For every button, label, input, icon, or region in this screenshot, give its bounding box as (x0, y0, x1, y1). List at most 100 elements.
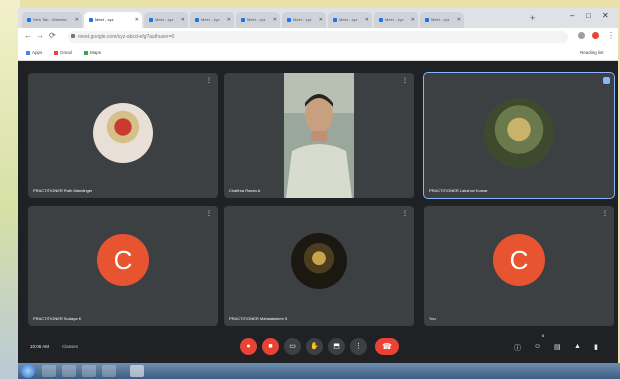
tab-strip: New Tab - Wheeler ✕ Meet - xyz ✕ Meet - xy… (18, 8, 618, 28)
reading-list[interactable]: Reading list (580, 50, 604, 55)
close-tab-icon[interactable]: ✕ (273, 17, 277, 23)
address-bar[interactable]: meet.google.com/xyz-abcd-efg?authuser=0 (68, 31, 568, 43)
new-tab-button[interactable]: + (530, 13, 535, 23)
start-button[interactable] (21, 364, 35, 378)
tab-label: Meet - xyz (201, 17, 220, 22)
video-frame-icon (284, 73, 354, 198)
profile-avatar[interactable] (592, 32, 599, 39)
avatar (93, 103, 153, 163)
minimize-button[interactable]: – (570, 11, 574, 20)
chrome-taskbar-icon[interactable] (130, 365, 144, 377)
captions-icon[interactable]: ▭ (284, 338, 301, 355)
close-tab-icon[interactable]: ✕ (135, 17, 139, 23)
apps-icon (26, 50, 30, 55)
tab[interactable]: Meet - xyz ✕ (374, 12, 418, 28)
favicon-icon (333, 17, 337, 22)
meeting-code: Classes (62, 344, 79, 349)
more-options-icon[interactable]: ⋮ (402, 77, 408, 84)
chat-icon[interactable]: ▤ (554, 343, 561, 351)
bookmark-apps[interactable]: Apps (26, 50, 42, 55)
close-tab-icon[interactable]: ✕ (365, 17, 369, 23)
bookmark-label: Maps (90, 50, 102, 55)
tab[interactable]: Meet - xyz ✕ (420, 12, 464, 28)
info-icon[interactable]: ⓘ (514, 343, 521, 353)
tab[interactable]: Meet - xyz ✕ (282, 12, 326, 28)
tab[interactable]: Meet - xyz ✕ (328, 12, 372, 28)
more-options-icon[interactable]: ⋮ (206, 210, 212, 217)
close-tab-icon[interactable]: ✕ (411, 17, 415, 23)
participant-tile[interactable]: Chaithra Ravan A ⋮ (224, 73, 414, 198)
lock-icon[interactable]: ▮ (594, 343, 598, 351)
tab-label: Meet - xyz (339, 17, 358, 22)
maps-icon (84, 50, 88, 55)
bookmark-label: Apps (32, 50, 43, 55)
address-toolbar: ← → ⟳ meet.google.com/xyz-abcd-efg?authu… (18, 28, 618, 46)
taskbar (18, 363, 620, 379)
tab[interactable]: Meet - xyz ✕ (190, 12, 234, 28)
meet-stage: ⋮ PRACTITIONER Ruth Mandinger Chaithra R… (18, 61, 618, 368)
folder-icon[interactable] (82, 365, 96, 377)
tab[interactable]: Meet - xyz ✕ (144, 12, 188, 28)
activities-icon[interactable]: ▲ (574, 343, 581, 350)
speaking-indicator-icon (603, 77, 610, 84)
favicon-icon (89, 17, 93, 22)
participant-tile-self[interactable]: ⋮ C You (424, 206, 614, 326)
tab-label: Meet - xyz (293, 17, 312, 22)
meeting-time: 10:06 AM (30, 344, 50, 349)
avatar-letter: C (493, 234, 545, 286)
close-tab-icon[interactable]: ✕ (181, 17, 185, 23)
tab-label: Meet - xyz (247, 17, 266, 22)
present-icon[interactable]: ⬒ (328, 338, 345, 355)
lock-icon (71, 34, 75, 38)
end-call-icon: ☎ (382, 342, 392, 351)
participant-video (284, 73, 354, 198)
back-icon[interactable]: ← (24, 31, 32, 40)
url-text: meet.google.com/xyz-abcd-efg?authuser=0 (78, 34, 175, 40)
tab-label: Meet - xyz (95, 17, 114, 22)
media-icon[interactable] (62, 365, 76, 377)
favicon-icon (241, 17, 245, 22)
forward-icon[interactable]: → (36, 31, 44, 40)
menu-icon[interactable]: ⋮ (607, 31, 615, 40)
extension-icon[interactable] (578, 32, 585, 39)
close-window-button[interactable]: ✕ (602, 11, 609, 20)
more-options-icon[interactable]: ⋮ (206, 77, 212, 84)
people-icon[interactable]: ☺ (534, 343, 541, 350)
favicon-icon (195, 17, 199, 22)
bookmark-maps[interactable]: Maps (84, 50, 101, 55)
more-icon[interactable]: ⋮ (350, 338, 367, 355)
end-call-button[interactable]: ☎ (375, 338, 399, 355)
tab-active[interactable]: Meet - xyz ✕ (84, 12, 142, 28)
bookmark-gmail[interactable]: Gmail (54, 50, 72, 55)
participant-name: PRACTITIONER Mahalakshmi S (229, 316, 288, 321)
explorer-icon[interactable] (42, 365, 56, 377)
participant-tile[interactable]: ⋮ PRACTITIONER Mahalakshmi S (224, 206, 414, 326)
tab[interactable]: New Tab - Wheeler ✕ (22, 12, 82, 28)
raise-hand-icon[interactable]: ✋ (306, 338, 323, 355)
avatar (484, 98, 554, 168)
close-tab-icon[interactable]: ✕ (227, 17, 231, 23)
close-tab-icon[interactable]: ✕ (457, 17, 461, 23)
mic-off-icon[interactable]: ● (240, 338, 257, 355)
more-options-icon[interactable]: ⋮ (402, 210, 408, 217)
camera-off-icon[interactable]: ■ (262, 338, 279, 355)
more-options-icon[interactable]: ⋮ (602, 210, 608, 217)
favicon-icon (287, 17, 291, 22)
bookmarks-bar: Apps Gmail Maps Reading list (18, 46, 618, 61)
close-tab-icon[interactable]: ✕ (319, 17, 323, 23)
tab[interactable]: Meet - xyz ✕ (236, 12, 280, 28)
participant-tile-speaking[interactable]: PRACTITIONER Lakshmi Kumar (423, 72, 615, 199)
app-icon[interactable] (102, 365, 116, 377)
participant-name: PRACTITIONER Sudaya K (33, 316, 82, 321)
participant-name: You (429, 316, 436, 321)
browser-window: New Tab - Wheeler ✕ Meet - xyz ✕ Meet - xy… (18, 8, 618, 368)
close-tab-icon[interactable]: ✕ (75, 17, 79, 23)
participant-name: Chaithra Ravan A (229, 188, 261, 193)
reload-icon[interactable]: ⟳ (49, 31, 56, 40)
gmail-icon (54, 50, 58, 55)
tab-label: Meet - xyz (155, 17, 174, 22)
participant-tile[interactable]: ⋮ C PRACTITIONER Sudaya K (28, 206, 218, 326)
maximize-button[interactable]: □ (586, 11, 591, 20)
participant-tile[interactable]: ⋮ PRACTITIONER Ruth Mandinger (28, 73, 218, 198)
avatar-letter: C (97, 234, 149, 286)
